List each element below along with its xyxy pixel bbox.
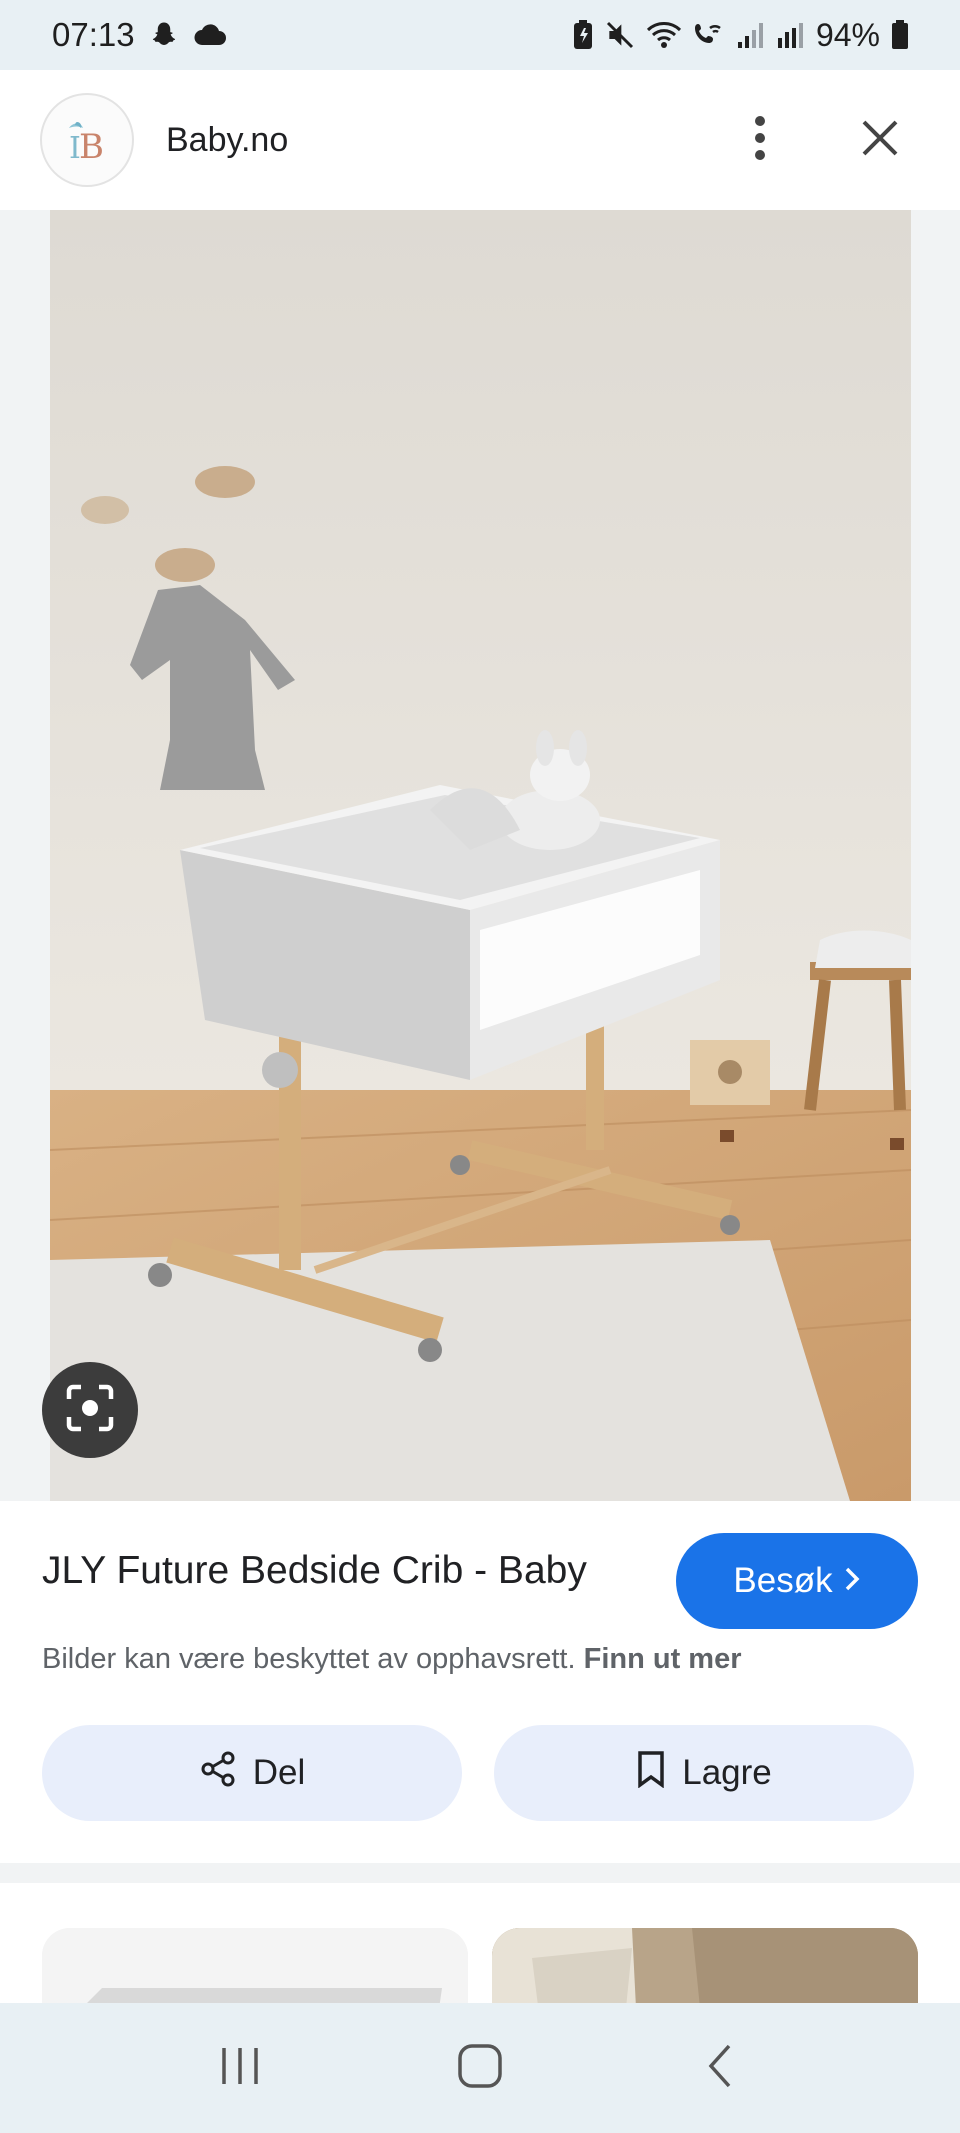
bookmark-icon bbox=[636, 1750, 666, 1797]
mute-icon bbox=[604, 19, 636, 51]
copyright-text: Bilder kan være beskyttet av opphavsrett… bbox=[42, 1643, 576, 1675]
signal-icon bbox=[736, 20, 766, 50]
close-icon bbox=[861, 119, 899, 162]
wifi-icon bbox=[646, 20, 682, 50]
chevron-right-icon bbox=[843, 1561, 861, 1601]
site-name[interactable]: Baby.no bbox=[166, 121, 720, 160]
recent-apps-button[interactable] bbox=[180, 2018, 300, 2118]
share-button[interactable]: Del bbox=[42, 1725, 462, 1821]
image-viewer bbox=[0, 210, 960, 1501]
save-button[interactable]: Lagre bbox=[494, 1725, 914, 1821]
battery-saver-icon bbox=[572, 19, 594, 51]
learn-more-link[interactable]: Finn ut mer bbox=[584, 1643, 742, 1675]
svg-text:B: B bbox=[79, 127, 104, 167]
home-icon bbox=[457, 2043, 503, 2094]
cloud-icon bbox=[193, 23, 227, 47]
battery-percent: 94% bbox=[815, 16, 880, 53]
result-title[interactable]: JLY Future Bedside Crib - Baby bbox=[42, 1549, 587, 1593]
more-vert-icon bbox=[753, 115, 767, 166]
wifi-call-icon bbox=[692, 20, 726, 50]
status-bar: 07:13 94% bbox=[0, 0, 960, 70]
product-image[interactable] bbox=[50, 210, 911, 1501]
home-button[interactable] bbox=[420, 2018, 540, 2118]
save-label: Lagre bbox=[682, 1753, 772, 1792]
share-icon bbox=[199, 1750, 237, 1797]
result-panel: JLY Future Bedside Crib - Baby Besøk Bil… bbox=[0, 1501, 960, 1863]
lens-button[interactable] bbox=[42, 1362, 138, 1458]
close-button[interactable] bbox=[840, 100, 920, 180]
status-time: 07:13 bbox=[52, 16, 135, 53]
site-logo[interactable]: B I bbox=[40, 93, 134, 187]
back-button[interactable] bbox=[660, 2018, 780, 2118]
back-icon bbox=[705, 2043, 735, 2094]
related-image[interactable] bbox=[492, 1928, 918, 2003]
related-images bbox=[0, 1883, 960, 2003]
recent-apps-icon bbox=[218, 2044, 262, 2093]
system-nav-bar bbox=[0, 2003, 960, 2133]
svg-text:I: I bbox=[69, 131, 81, 166]
copyright-notice: Bilder kan være beskyttet av opphavsrett… bbox=[42, 1643, 742, 1676]
visit-label: Besøk bbox=[733, 1561, 833, 1600]
source-header: B I Baby.no bbox=[0, 70, 960, 210]
visit-button[interactable]: Besøk bbox=[676, 1533, 918, 1629]
related-image[interactable] bbox=[42, 1928, 468, 2003]
battery-icon bbox=[890, 19, 910, 51]
lens-icon bbox=[63, 1381, 117, 1440]
snapchat-icon bbox=[149, 20, 179, 50]
more-options-button[interactable] bbox=[720, 100, 800, 180]
share-label: Del bbox=[252, 1753, 306, 1792]
signal-r-icon bbox=[776, 20, 806, 50]
